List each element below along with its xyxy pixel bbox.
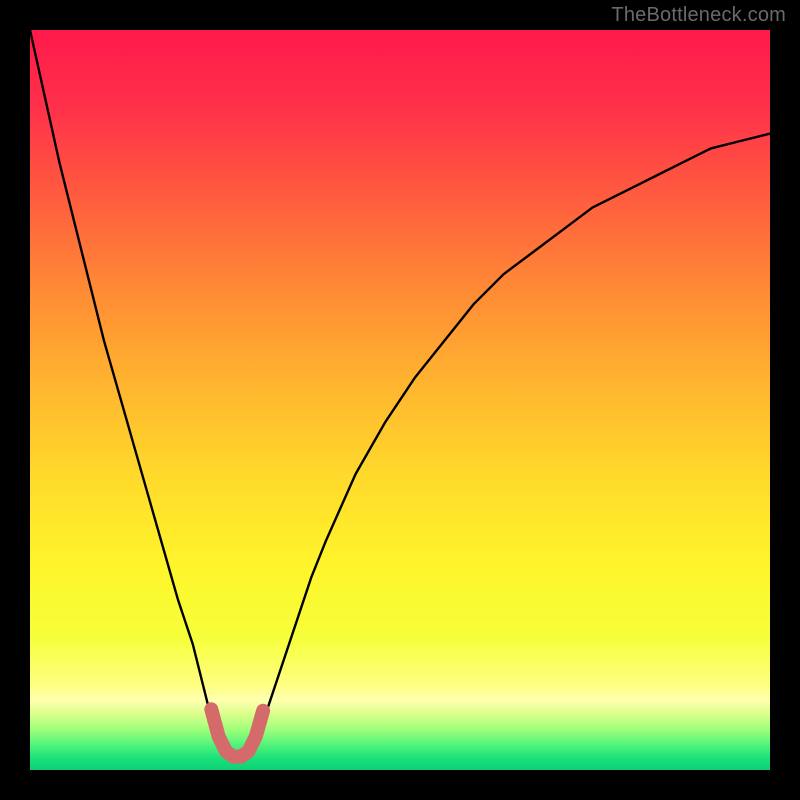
watermark-text: TheBottleneck.com bbox=[611, 4, 786, 27]
chart-frame: TheBottleneck.com bbox=[0, 0, 800, 800]
bottleneck-chart bbox=[30, 30, 770, 770]
